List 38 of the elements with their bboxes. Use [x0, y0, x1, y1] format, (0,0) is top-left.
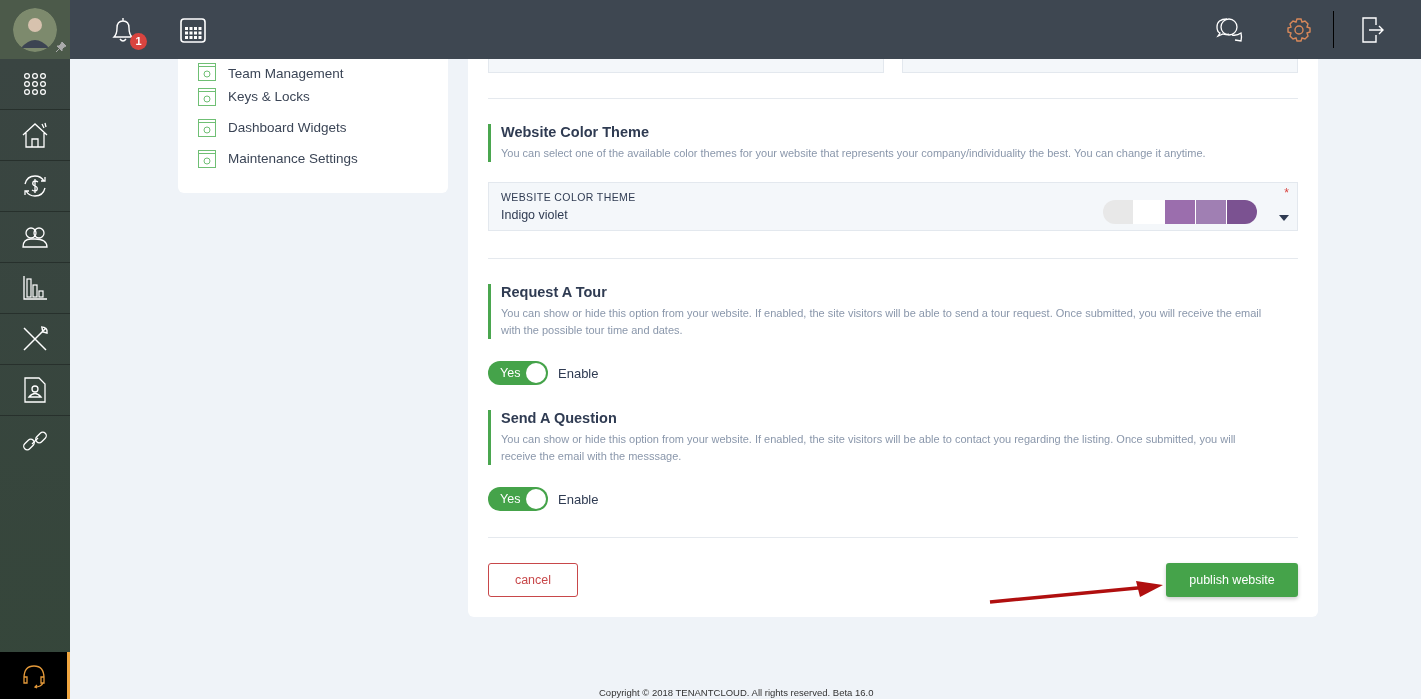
notification-badge: 1 [130, 32, 147, 50]
section-title: Request A Tour [501, 284, 608, 300]
section-description: You can show or hide this option from your website. If enabled, the site visitors will be able to contact you regarding the listing. Once submitted, you will receive the email with the messsage. [501, 432, 1237, 464]
avatar[interactable] [13, 7, 57, 52]
required-mark: * [1284, 186, 1289, 200]
bar-chart-icon[interactable] [21, 274, 49, 302]
pin-icon[interactable] [55, 41, 67, 53]
input-field[interactable] [488, 59, 884, 73]
input-field[interactable] [902, 59, 1298, 73]
chat-icon[interactable] [1215, 16, 1243, 43]
settings-menu-item[interactable]: Dashboard Widgets [178, 112, 448, 143]
copyright-text: Copyright © 2018 TENANTCLOUD. All rights reserved. Beta 16.0 [598, 687, 875, 699]
house-icon[interactable] [21, 121, 49, 149]
money-cycle-icon[interactable] [21, 172, 49, 200]
toggle-label: Enable [558, 491, 599, 507]
settings-menu-item[interactable]: Maintenance Settings [178, 143, 448, 174]
settings-page-icon [198, 87, 216, 106]
headset-icon [20, 662, 47, 689]
settings-page-icon [198, 118, 216, 137]
people-icon[interactable] [21, 225, 49, 249]
contact-document-icon[interactable] [23, 376, 47, 404]
settings-menu-item[interactable]: Team Management [178, 59, 448, 81]
section-description: You can show or hide this option from your website. If enabled, the site visitors will be able to send a tour request. Once submitted, you will receive the email with the possible tour time and dates. [501, 306, 1263, 338]
cancel-button[interactable]: cancel [488, 563, 578, 597]
color-theme-dropdown[interactable]: WEBSITE COLOR THEME Indigo violet * [488, 182, 1298, 231]
settings-page-icon [198, 149, 216, 168]
section-title: Send A Question [501, 410, 618, 426]
caret-icon [1279, 215, 1289, 221]
support-button[interactable] [0, 652, 70, 699]
section-description: You can select one of the available color themes for your website that represents your company/individuality the best. You can change it anytime. [501, 146, 1207, 161]
section-title: Website Color Theme [501, 124, 650, 140]
calendar-icon[interactable] [180, 16, 206, 43]
logout-icon[interactable] [1361, 15, 1385, 44]
apps-grid-icon[interactable] [23, 72, 47, 96]
toggle-label: Enable [558, 365, 599, 381]
settings-menu-item[interactable]: Keys & Locks [178, 81, 448, 112]
settings-icon[interactable] [1286, 16, 1312, 43]
settings-page-icon [198, 63, 216, 81]
